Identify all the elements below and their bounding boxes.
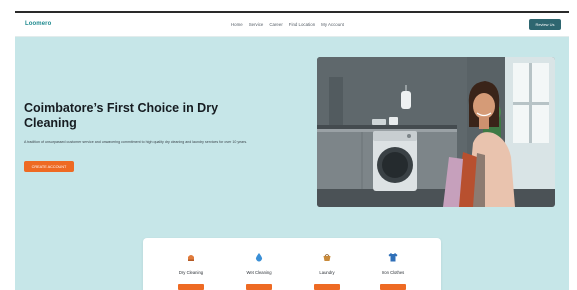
service-label: Laundry bbox=[319, 270, 335, 275]
shirt-icon bbox=[388, 253, 398, 262]
service-card-laundry[interactable]: Laundry bbox=[297, 252, 357, 290]
nav-link-career[interactable]: Career bbox=[269, 22, 282, 27]
hero-image bbox=[317, 57, 555, 207]
nav-link-home[interactable]: Home bbox=[231, 22, 243, 27]
window-right-margin bbox=[569, 11, 577, 290]
hero-description: A tradition of unsurpassed customer serv… bbox=[24, 140, 248, 144]
service-button[interactable] bbox=[178, 284, 204, 290]
window-top-margin bbox=[0, 0, 577, 11]
service-button[interactable] bbox=[246, 284, 272, 290]
service-button[interactable] bbox=[380, 284, 406, 290]
review-us-button[interactable]: Review Us bbox=[529, 19, 561, 30]
service-card-dry-cleaning[interactable]: Dry Cleaning bbox=[161, 252, 221, 290]
service-card-wet-cleaning[interactable]: Wet Cleaning bbox=[229, 252, 289, 290]
service-button[interactable] bbox=[314, 284, 340, 290]
hero-title: Coimbatore’s First Choice in Dry Cleanin… bbox=[24, 101, 219, 130]
service-label: Dry Cleaning bbox=[178, 270, 204, 275]
services-panel: Dry Cleaning Wet Cleaning Laundry Iron C… bbox=[143, 238, 441, 290]
window-left-margin bbox=[0, 11, 15, 290]
service-label: Wet Cleaning bbox=[246, 270, 272, 275]
create-account-button[interactable]: CREATE ACCOUNT bbox=[24, 161, 74, 172]
navbar: Loomero Home Service Career Find Locatio… bbox=[15, 13, 569, 37]
nav-link-service[interactable]: Service bbox=[249, 22, 264, 27]
dry-cleaning-icon bbox=[188, 255, 194, 261]
nav-link-my-account[interactable]: My Account bbox=[321, 22, 344, 27]
laundry-basket-icon bbox=[323, 254, 331, 261]
page: Loomero Home Service Career Find Locatio… bbox=[15, 13, 569, 290]
service-label: Iron Clothes bbox=[381, 270, 405, 275]
nav-link-find-location[interactable]: Find Location bbox=[289, 22, 315, 27]
service-card-iron-clothes[interactable]: Iron Clothes bbox=[363, 252, 423, 290]
site-logo[interactable]: Loomero bbox=[25, 21, 51, 27]
nav-links: Home Service Career Find Location My Acc… bbox=[231, 22, 344, 27]
water-drop-icon bbox=[255, 253, 263, 262]
